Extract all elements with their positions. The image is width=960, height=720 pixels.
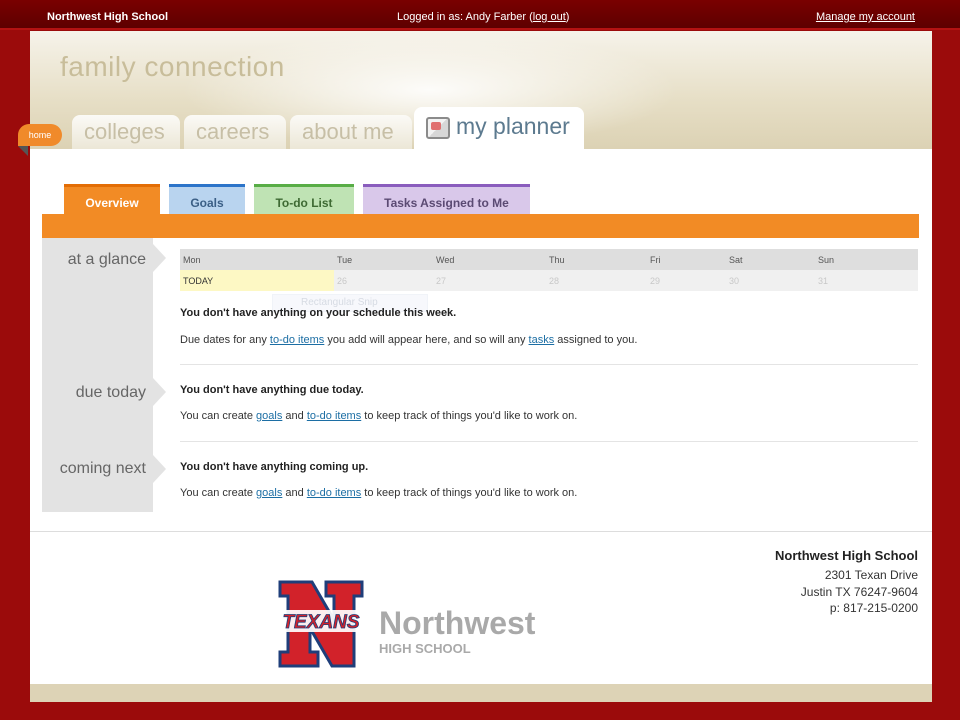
glance-text-part: you add will appear here, and so will an… bbox=[324, 334, 529, 346]
calendar-day: Thu bbox=[549, 255, 565, 265]
calendar-day: Sun bbox=[818, 255, 835, 265]
brand-title: family connection bbox=[60, 51, 285, 82]
calendar-date: 31 bbox=[818, 276, 829, 286]
calendar-date: 27 bbox=[436, 276, 447, 286]
header: family connection colleges careers about… bbox=[30, 31, 932, 149]
logged-in-status: Logged in as: Andy Farber (log out) bbox=[397, 11, 569, 23]
glance-text-part: assigned to you. bbox=[554, 334, 638, 346]
home-button-tail bbox=[18, 146, 28, 156]
today-label: TODAY bbox=[183, 276, 214, 286]
coming-arrow bbox=[153, 455, 166, 483]
logout-link[interactable]: log out bbox=[533, 11, 566, 23]
section-divider bbox=[180, 364, 918, 365]
calendar-week-row: TODAY 26 27 28 29 30 31 bbox=[180, 270, 918, 291]
section-at-a-glance: at a glance bbox=[67, 251, 146, 268]
school-name: Northwest High School bbox=[47, 11, 168, 23]
todo-items-link[interactable]: to-do items bbox=[270, 334, 324, 346]
manage-account-link[interactable]: Manage my account bbox=[816, 11, 915, 23]
glance-title: You don't have anything on your schedule… bbox=[180, 307, 457, 319]
subtab-overview[interactable]: Overview bbox=[64, 184, 160, 214]
goals-link[interactable]: goals bbox=[256, 410, 282, 422]
logged-in-text: Logged in as: Andy Farber ( bbox=[397, 11, 533, 23]
footer-school-name: Northwest High School bbox=[775, 548, 918, 563]
calendar-date: 29 bbox=[650, 276, 661, 286]
glance-text-part: Due dates for any bbox=[180, 334, 270, 346]
footer-phone: p: 817-215-0200 bbox=[829, 601, 918, 615]
section-due-today: due today bbox=[75, 384, 146, 401]
calendar-day: Wed bbox=[436, 255, 455, 265]
logo-northwest-text: Northwest bbox=[379, 605, 536, 641]
todo-items-link[interactable]: to-do items bbox=[307, 487, 361, 499]
goals-link[interactable]: goals bbox=[256, 487, 282, 499]
calendar-icon bbox=[426, 117, 450, 139]
coming-text-part: and bbox=[282, 487, 307, 499]
footer-divider bbox=[30, 531, 932, 532]
texans-n-logo: TEXANS bbox=[278, 580, 364, 668]
due-arrow bbox=[153, 378, 166, 406]
logo-texans-text: TEXANS bbox=[282, 612, 359, 633]
calendar-date: 28 bbox=[549, 276, 560, 286]
tab-my-planner-label: my planner bbox=[456, 113, 570, 139]
home-button[interactable]: home bbox=[18, 124, 62, 146]
due-text-part: to keep track of things you'd like to wo… bbox=[361, 410, 578, 422]
bottom-band bbox=[30, 684, 932, 702]
tab-careers[interactable]: careers bbox=[184, 115, 286, 149]
footer-street: 2301 Texan Drive bbox=[824, 568, 918, 582]
tasks-link[interactable]: tasks bbox=[529, 334, 555, 346]
tab-about-me[interactable]: about me bbox=[290, 115, 412, 149]
footer-city: Justin TX 76247-9604 bbox=[800, 585, 918, 599]
section-coming-next: coming next bbox=[59, 460, 146, 477]
calendar-date: 30 bbox=[729, 276, 740, 286]
school-logo: TEXANS Northwest HIGH SCHOOL bbox=[278, 580, 536, 668]
calendar-day: Mon bbox=[183, 255, 201, 265]
coming-text-part: You can create bbox=[180, 487, 257, 499]
todo-items-link[interactable]: to-do items bbox=[307, 410, 361, 422]
coming-text: You can create goals and to-do items to … bbox=[180, 487, 577, 499]
tab-colleges[interactable]: colleges bbox=[72, 115, 180, 149]
coming-title: You don't have anything coming up. bbox=[180, 461, 369, 473]
subtab-band bbox=[42, 214, 919, 238]
calendar-day: Tue bbox=[337, 255, 353, 265]
section-divider bbox=[180, 441, 918, 442]
due-text-part: and bbox=[282, 410, 307, 422]
calendar-date: 26 bbox=[337, 276, 348, 286]
logo-high-school-text: HIGH SCHOOL bbox=[379, 641, 471, 656]
calendar-day: Sat bbox=[729, 255, 743, 265]
subtab-goals[interactable]: Goals bbox=[169, 184, 245, 214]
calendar-header: Mon Tue Wed Thu Fri Sat Sun bbox=[180, 249, 918, 270]
top-bar: Northwest High School Logged in as: Andy… bbox=[0, 0, 960, 30]
due-title: You don't have anything due today. bbox=[180, 384, 364, 396]
due-text: You can create goals and to-do items to … bbox=[180, 410, 577, 422]
glance-arrow bbox=[153, 244, 166, 272]
calendar-today-cell[interactable]: TODAY bbox=[180, 270, 334, 291]
coming-text-part: to keep track of things you'd like to wo… bbox=[361, 487, 578, 499]
glance-text: Due dates for any to-do items you add wi… bbox=[180, 334, 637, 346]
logged-in-suffix: ) bbox=[565, 11, 570, 23]
due-text-part: You can create bbox=[180, 410, 257, 422]
subtab-todo-list[interactable]: To-do List bbox=[254, 184, 354, 214]
calendar-day: Fri bbox=[650, 255, 661, 265]
subtab-tasks-assigned[interactable]: Tasks Assigned to Me bbox=[363, 184, 530, 214]
tab-my-planner[interactable]: my planner bbox=[414, 107, 584, 149]
